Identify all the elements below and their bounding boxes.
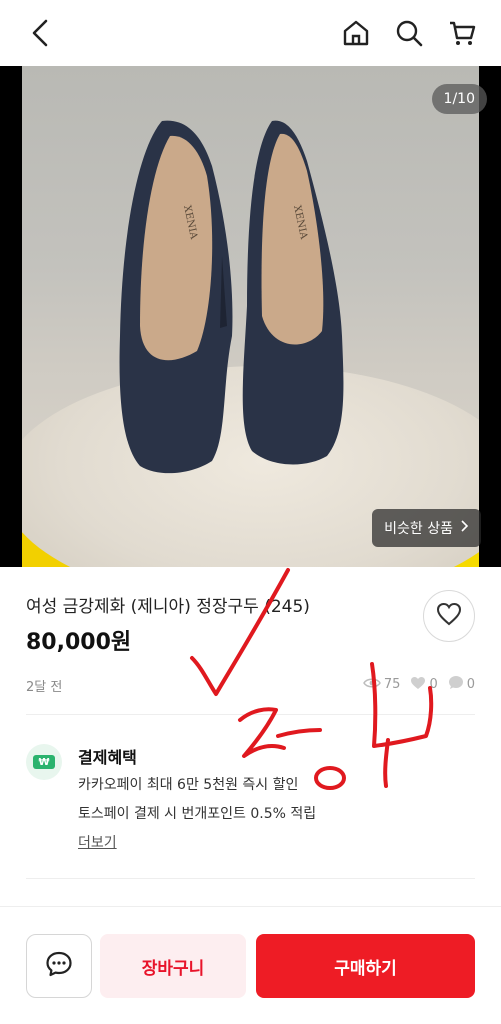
divider [26, 714, 475, 715]
chevron-right-icon [461, 520, 469, 536]
top-bar [0, 0, 501, 66]
benefit-tosspay: 토스페이 결제 시 번개포인트 0.5% 적립 [78, 806, 317, 822]
product-photo: XENIA XENIA [22, 66, 479, 567]
product-price: 80,000원 [26, 630, 132, 655]
add-to-cart-button[interactable]: 장바구니 [100, 934, 246, 998]
likes-count: 0 [429, 677, 438, 692]
image-counter: 1/10 [431, 84, 487, 114]
chats-stat: 0 [448, 675, 475, 694]
won-icon: ₩ [33, 755, 55, 769]
chevron-left-icon[interactable] [22, 14, 58, 52]
views-stat: 75 [363, 677, 401, 693]
benefit-title: 결제혜택 [78, 748, 137, 767]
eye-icon [363, 677, 381, 693]
views-count: 75 [383, 677, 401, 692]
cart-icon[interactable] [444, 14, 480, 52]
chat-bubble-small-icon [448, 675, 464, 694]
heart-small-icon [410, 676, 426, 694]
likes-stat: 0 [410, 676, 438, 694]
like-button[interactable] [423, 590, 475, 642]
buy-button[interactable]: 구매하기 [256, 934, 475, 998]
benefit-kakaopay: 카카오페이 최대 6만 5천원 즉시 할인 [78, 777, 299, 793]
product-title: 여성 금강제화 (제니아) 정장구두 (245) [26, 597, 310, 617]
divider [26, 878, 475, 879]
home-icon[interactable] [338, 14, 374, 52]
bottom-action-bar: 장바구니 구매하기 [0, 906, 501, 1024]
heart-icon [436, 602, 462, 630]
shoe-illustration: XENIA XENIA [119, 120, 344, 474]
similar-items-button[interactable]: 비슷한 상품 [372, 509, 481, 547]
chat-button[interactable] [26, 934, 92, 998]
search-icon[interactable] [391, 14, 427, 52]
posted-time: 2달 전 [26, 680, 63, 695]
product-stats: 75 0 0 [363, 675, 475, 694]
payment-benefit-icon: ₩ [26, 744, 62, 780]
chat-icon [45, 950, 73, 982]
similar-items-label: 비슷한 상품 [384, 521, 453, 537]
more-link[interactable]: 더보기 [78, 832, 117, 852]
product-gallery[interactable]: XENIA XENIA 1/10 비슷한 상품 [0, 66, 501, 567]
chats-count: 0 [466, 677, 475, 692]
